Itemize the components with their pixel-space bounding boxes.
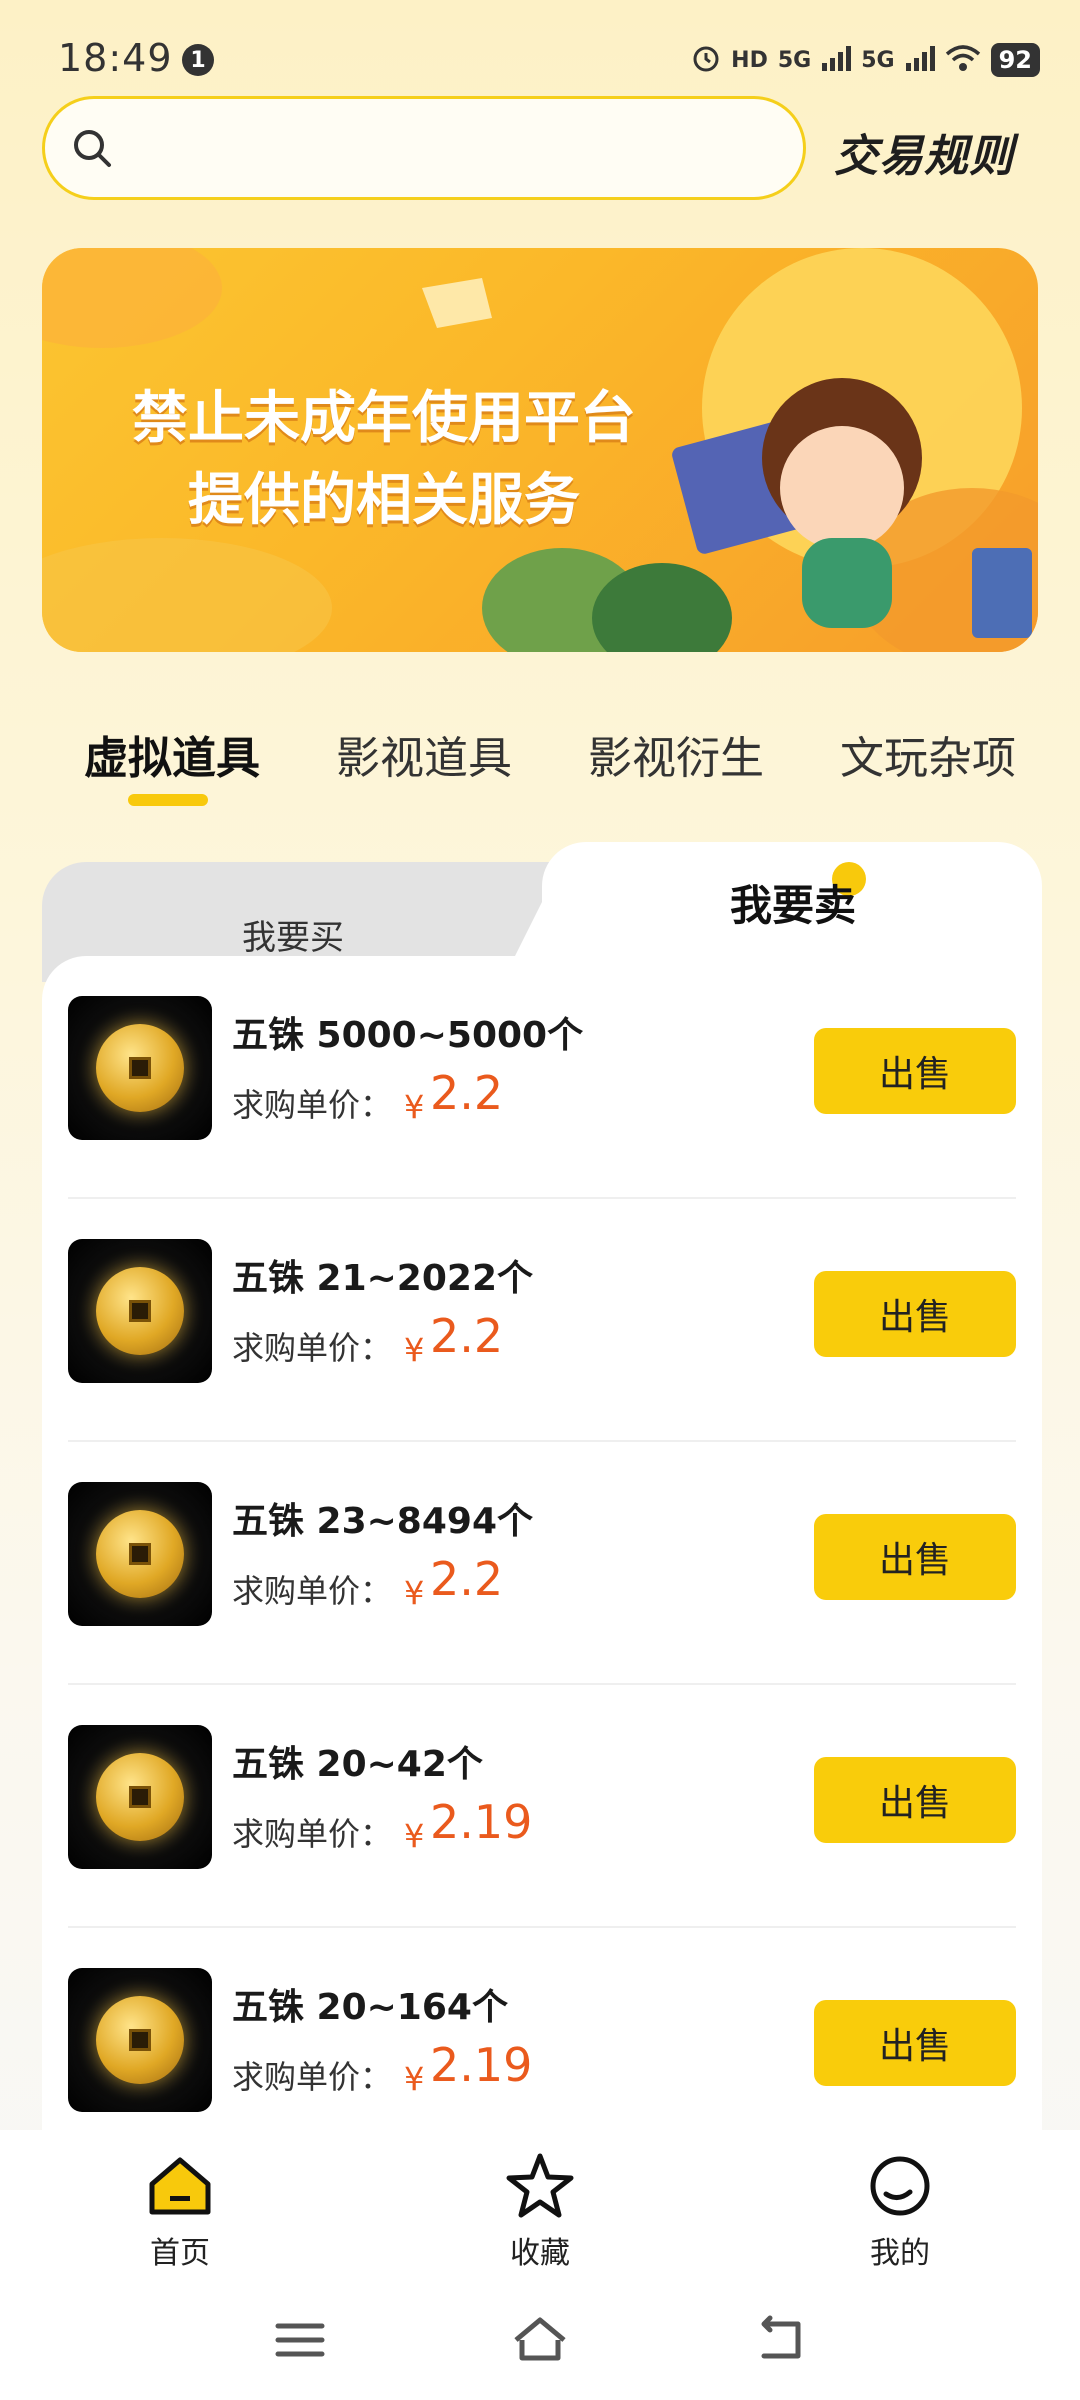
item-title: 五铢 5000~5000个 — [232, 1015, 584, 1056]
nav-favorites[interactable]: 收藏 — [460, 2150, 620, 2272]
item-list: 五铢 5000~5000个 求购单价： ¥ 2.2 出售 五铢 21~2022个… — [42, 956, 1042, 2256]
home-icon — [144, 2150, 216, 2222]
active-tab-indicator — [128, 794, 208, 806]
item-title: 五铢 21~2022个 — [232, 1258, 533, 1299]
item-price: 2.19 — [430, 2038, 533, 2092]
item-thumbnail — [68, 996, 212, 1140]
nav-favorites-label: 收藏 — [510, 2236, 570, 2271]
tab-film-derivatives[interactable]: 影视衍生 — [588, 722, 764, 786]
wifi-icon — [945, 44, 981, 76]
status-bar: 18:49 1 HD 5G 5G 92 — [0, 0, 1080, 110]
price-label: 求购单价： — [232, 1329, 393, 1367]
coin-icon — [96, 1024, 184, 1112]
sell-button[interactable]: 出售 — [814, 1757, 1016, 1843]
search-icon — [71, 127, 113, 169]
banner-line-2: 提供的相关服务 — [188, 468, 580, 533]
nav-profile[interactable]: 我的 — [820, 2150, 980, 2272]
signal-5g-icon: 5G — [777, 47, 812, 73]
item-price: 2.19 — [430, 1795, 533, 1849]
menu-icon[interactable] — [270, 2310, 330, 2370]
back-icon[interactable] — [750, 2310, 810, 2370]
signal-5g-icon-2: 5G — [861, 47, 895, 73]
sell-tab-label: 我要卖 — [730, 881, 857, 930]
currency-symbol: ¥ — [404, 1574, 425, 1612]
price-label: 求购单价： — [232, 1086, 393, 1124]
promo-banner[interactable]: 禁止未成年使用平台 提供的相关服务 — [42, 248, 1038, 652]
signal-bars-icon — [821, 45, 852, 75]
banner-line-1: 禁止未成年使用平台 — [132, 386, 636, 451]
status-time: 18:49 — [58, 36, 173, 80]
item-thumbnail — [68, 1968, 212, 2112]
item-title: 五铢 20~42个 — [232, 1744, 483, 1785]
system-nav-bar — [0, 2280, 1080, 2400]
sell-button[interactable]: 出售 — [814, 2000, 1016, 2086]
nav-home-label: 首页 — [150, 2236, 210, 2271]
coin-icon — [96, 1753, 184, 1841]
nav-profile-label: 我的 — [870, 2236, 930, 2271]
notification-badge: 1 — [182, 44, 214, 76]
list-item[interactable]: 五铢 5000~5000个 求购单价： ¥ 2.2 出售 — [68, 956, 1016, 1199]
item-thumbnail — [68, 1725, 212, 1869]
battery-indicator: 92 — [990, 43, 1040, 77]
item-price: 2.2 — [430, 1309, 504, 1363]
list-item[interactable]: 五铢 23~8494个 求购单价： ¥ 2.2 出售 — [68, 1442, 1016, 1685]
list-item[interactable]: 五铢 20~42个 求购单价： ¥ 2.19 出售 — [68, 1685, 1016, 1928]
item-price: 2.2 — [430, 1066, 504, 1120]
nav-home[interactable]: 首页 — [100, 2150, 260, 2272]
tab-virtual-props[interactable]: 虚拟道具 — [84, 722, 260, 786]
tab-collectibles[interactable]: 文玩杂项 — [840, 722, 1016, 786]
sell-button[interactable]: 出售 — [814, 1514, 1016, 1600]
signal-bars-icon-2 — [905, 45, 935, 75]
price-label: 求购单价： — [232, 1572, 393, 1610]
coin-icon — [96, 1510, 184, 1598]
coin-icon — [96, 1996, 184, 2084]
sell-button[interactable]: 出售 — [814, 1271, 1016, 1357]
banner-text: 禁止未成年使用平台 提供的相关服务 — [132, 378, 636, 542]
status-icons: HD 5G 5G 92 — [691, 40, 1040, 80]
price-label: 求购单价： — [232, 1815, 393, 1853]
search-input[interactable] — [42, 96, 806, 200]
coin-icon — [96, 1267, 184, 1355]
currency-symbol: ¥ — [404, 1331, 425, 1369]
item-thumbnail — [68, 1239, 212, 1383]
list-item[interactable]: 五铢 21~2022个 求购单价： ¥ 2.2 出售 — [68, 1199, 1016, 1442]
buy-tab-label: 我要买 — [242, 918, 344, 958]
trade-rules-link[interactable]: 交易规则 — [834, 120, 1014, 184]
home-system-icon[interactable] — [510, 2310, 570, 2370]
currency-symbol: ¥ — [404, 2060, 425, 2098]
item-title: 五铢 23~8494个 — [232, 1501, 533, 1542]
star-icon — [504, 2150, 576, 2222]
price-label: 求购单价： — [232, 2058, 393, 2096]
sell-button[interactable]: 出售 — [814, 1028, 1016, 1114]
hd-icon: HD — [731, 47, 768, 73]
item-price: 2.2 — [430, 1552, 504, 1606]
bottom-nav: 首页 收藏 我的 — [0, 2130, 1080, 2280]
trade-panel: 我要买 我要卖 五铢 5000~5000个 求购单价： ¥ 2.2 出售 五铢 … — [42, 842, 1042, 2256]
item-thumbnail — [68, 1482, 212, 1626]
profile-icon — [864, 2150, 936, 2222]
currency-symbol: ¥ — [404, 1817, 425, 1855]
alarm-icon — [691, 43, 721, 77]
tab-film-props[interactable]: 影视道具 — [336, 722, 512, 786]
currency-symbol: ¥ — [404, 1088, 425, 1126]
item-title: 五铢 20~164个 — [232, 1987, 508, 2028]
